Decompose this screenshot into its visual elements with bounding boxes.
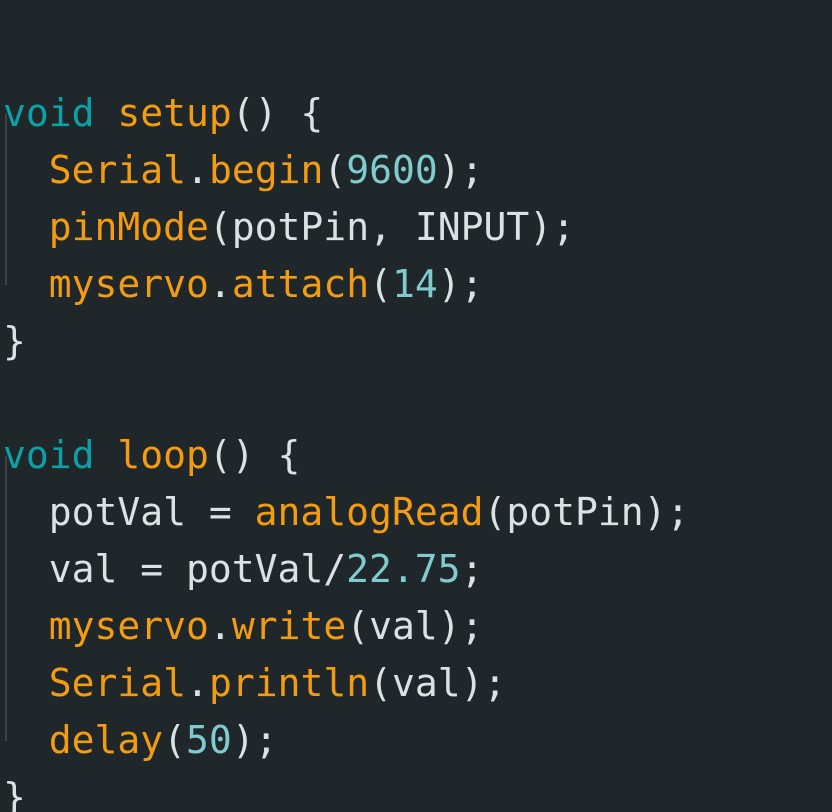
code-line[interactable]: } (3, 313, 26, 370)
code-line[interactable]: } (3, 769, 26, 812)
code-token: pinMode (48, 205, 209, 249)
code-token: ( (369, 262, 392, 306)
code-token: 14 (391, 262, 438, 306)
code-token: attach (231, 262, 370, 306)
code-token: (val); (346, 604, 484, 648)
code-token: setup (117, 91, 232, 135)
code-line[interactable]: void loop() { (3, 427, 300, 484)
code-token: . (208, 262, 232, 306)
code-editor[interactable]: void setup() { Serial.begin(9600); pinMo… (0, 0, 832, 812)
code-token: begin (208, 148, 324, 192)
code-token: delay (48, 718, 164, 762)
code-line[interactable]: Serial.begin(9600); (3, 142, 484, 199)
code-line[interactable]: val = potVal/22.75; (3, 541, 484, 598)
code-token: ( (163, 718, 187, 762)
code-token: () { (231, 91, 324, 135)
code-token: Serial (48, 661, 187, 705)
code-token: (potPin, INPUT); (208, 205, 575, 249)
code-line[interactable]: myservo.attach(14); (3, 256, 484, 313)
code-token: (potPin); (483, 490, 690, 534)
code-token: } (3, 319, 26, 363)
code-token: ); (231, 718, 278, 762)
code-line[interactable]: delay(50); (3, 712, 278, 769)
code-line[interactable]: myservo.write(val); (3, 598, 484, 655)
code-line[interactable]: void setup() { (3, 85, 323, 142)
code-token: } (3, 775, 26, 812)
code-line[interactable]: potVal = analogRead(potPin); (3, 484, 690, 541)
code-line[interactable]: pinMode(potPin, INPUT); (3, 199, 575, 256)
code-token: () { (208, 433, 301, 477)
code-token: ; (460, 547, 484, 591)
code-token: write (231, 604, 347, 648)
code-token: ( (323, 148, 347, 192)
code-token: void (3, 433, 95, 477)
code-token: 22.75 (346, 547, 461, 591)
code-token: potVal = (3, 490, 255, 534)
code-token: myservo (48, 604, 209, 648)
code-token: Serial (48, 148, 187, 192)
code-token: 9600 (346, 148, 438, 192)
code-token: (val); (369, 661, 507, 705)
code-token: . (186, 148, 209, 192)
code-token: void (3, 91, 95, 135)
code-token: println (208, 661, 370, 705)
code-token: . (186, 661, 209, 705)
code-token: ); (437, 148, 484, 192)
code-line[interactable]: Serial.println(val); (3, 655, 507, 712)
code-token: val = potVal/ (3, 547, 347, 591)
code-token: myservo (48, 262, 209, 306)
code-token: loop (117, 433, 209, 477)
code-token: . (208, 604, 232, 648)
code-token: analogRead (254, 490, 484, 534)
code-token: ); (437, 262, 484, 306)
code-token: 50 (186, 718, 232, 762)
